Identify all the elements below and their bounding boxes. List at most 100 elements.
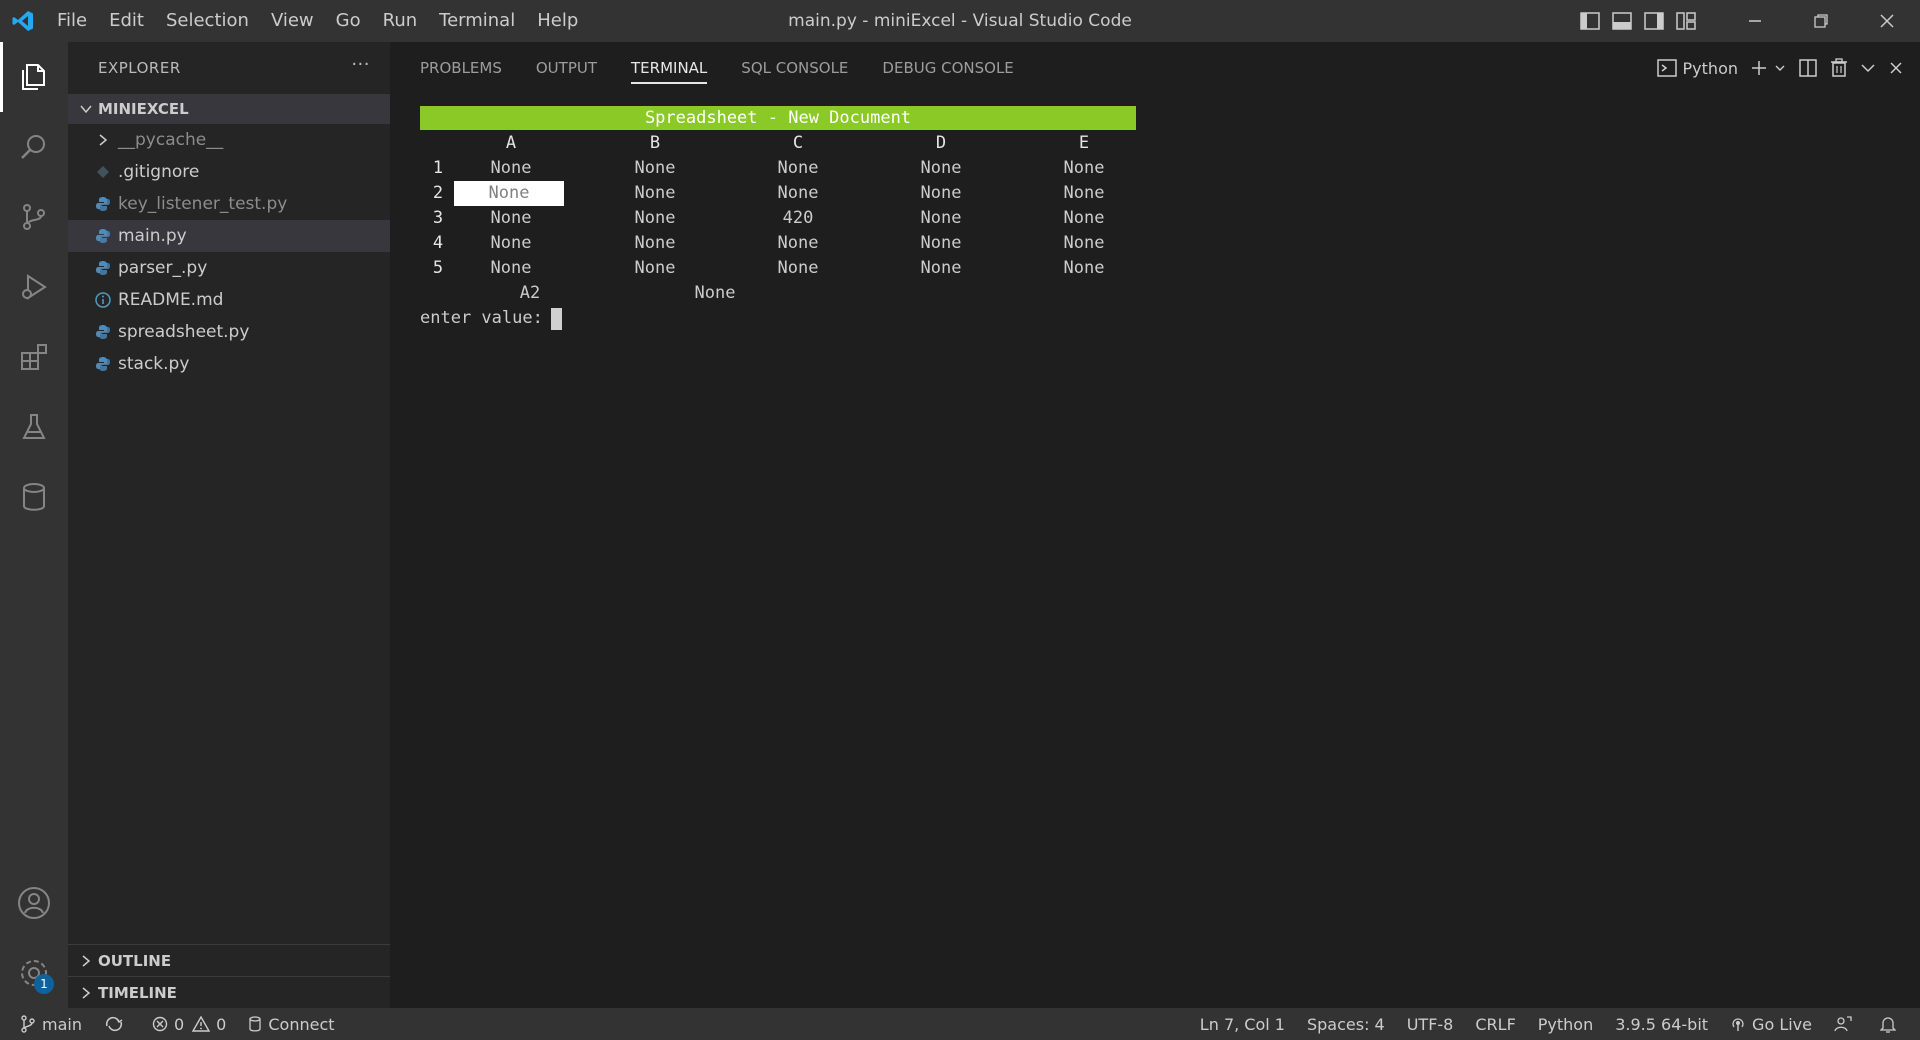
tree-item-spreadsheet[interactable]: spreadsheet.py [68,316,390,348]
column-header: A [505,133,517,153]
split-terminal-icon[interactable] [1792,42,1824,94]
new-terminal-icon[interactable] [1744,42,1774,94]
tree-item-stack[interactable]: stack.py [68,348,390,380]
python-interpreter[interactable]: 3.9.5 64-bit [1615,1008,1708,1040]
text-cursor [550,307,562,330]
menu-run[interactable]: Run [372,0,429,42]
more-actions-icon[interactable]: ··· [351,54,370,75]
tree-item-label: key_listener_test.py [118,194,288,214]
folder-miniexcel[interactable]: MINIEXCEL [68,94,390,124]
language-mode[interactable]: Python [1538,1008,1593,1040]
tree-item-label: main.py [118,226,187,246]
table-row: 2 None None None None None [420,181,1136,206]
menu-go[interactable]: Go [325,0,372,42]
notifications-bell-icon[interactable] [1880,1008,1902,1040]
tree-item-parser[interactable]: parser_.py [68,252,390,284]
run-debug-icon[interactable] [0,252,68,322]
tab-terminal[interactable]: TERMINAL [631,42,708,94]
feedback-icon[interactable] [1834,1008,1858,1040]
extensions-icon[interactable] [0,322,68,392]
table-row: 1 None None None None None [420,156,1136,181]
terminal-profile[interactable]: Python [1651,42,1744,94]
toggle-panel-icon[interactable] [1606,0,1638,42]
tab-problems[interactable]: PROBLEMS [420,42,502,94]
grid-cell: None [490,208,532,228]
source-control-icon[interactable] [0,182,68,252]
trash-icon[interactable] [1824,42,1854,94]
grid-cell: None [920,158,962,178]
tree-item-pycache[interactable]: __pycache__ [68,124,390,156]
terminal-profile-label: Python [1682,58,1738,78]
menu-terminal[interactable]: Terminal [428,0,526,42]
maximize-panel-chevron-icon[interactable] [1854,42,1882,94]
close-window-icon[interactable] [1854,0,1920,42]
branch-status[interactable]: main [20,1008,82,1040]
customize-layout-icon[interactable] [1670,0,1702,42]
error-icon [152,1016,168,1032]
menu-view[interactable]: View [260,0,325,42]
end-of-line[interactable]: CRLF [1475,1008,1515,1040]
go-live-label: Go Live [1752,1014,1812,1034]
restore-icon[interactable] [1788,0,1854,42]
menu-help[interactable]: Help [526,0,589,42]
close-panel-icon[interactable] [1882,42,1910,94]
window-title: main.py - miniExcel - Visual Studio Code [788,11,1132,31]
tab-sql-console[interactable]: SQL CONSOLE [741,42,848,94]
settings-gear-icon[interactable]: 1 [0,938,68,1008]
testing-flask-icon[interactable] [0,392,68,462]
chevron-down-icon[interactable] [1774,42,1792,94]
grid-cell: None [777,183,819,203]
grid-cell: None [777,233,819,253]
tree-item-label: spreadsheet.py [118,322,250,342]
go-live-status[interactable]: Go Live [1730,1008,1812,1040]
column-header: C [792,133,804,153]
tree-item-label: parser_.py [118,258,208,278]
outline-section[interactable]: OUTLINE [68,944,390,976]
timeline-section[interactable]: TIMELINE [68,976,390,1008]
tree-item-gitignore[interactable]: .gitignore [68,156,390,188]
column-header-row: A B C D E [420,131,1136,156]
tab-debug-console[interactable]: DEBUG CONSOLE [882,42,1013,94]
terminal-output[interactable]: Spreadsheet - New Document A B C D E 1 N… [420,106,1136,331]
sync-icon[interactable] [104,1008,130,1040]
indentation[interactable]: Spaces: 4 [1307,1008,1385,1040]
error-count: 0 [173,1014,185,1034]
encoding[interactable]: UTF-8 [1407,1008,1454,1040]
database-icon[interactable] [0,462,68,532]
info-icon [90,290,116,310]
database-small-icon [249,1016,262,1032]
outline-label: OUTLINE [98,951,172,970]
grid-cell: None [1063,208,1105,228]
file-tree: __pycache__ .gitignore key_listener_test… [68,124,390,380]
row-number: 5 [432,258,444,278]
problems-status[interactable]: 0 0 [152,1008,226,1040]
grid-cell: None [920,208,962,228]
search-icon[interactable] [0,112,68,182]
tab-output[interactable]: OUTPUT [536,42,597,94]
grid-cell: None [490,158,532,178]
table-row: 3 None None 420 None None [420,206,1136,231]
grid-cell: None [634,183,676,203]
explorer-icon[interactable] [0,42,68,112]
cursor-position[interactable]: Ln 7, Col 1 [1200,1008,1285,1040]
grid-cell: None [634,233,676,253]
menu-edit[interactable]: Edit [98,0,155,42]
grid-cell: None [634,158,676,178]
selected-grid-cell: None [454,181,564,206]
column-header: D [935,133,947,153]
minimize-icon[interactable] [1722,0,1788,42]
tree-item-readme[interactable]: README.md [68,284,390,316]
tree-item-key-listener-test[interactable]: key_listener_test.py [68,188,390,220]
connect-label: Connect [268,1014,335,1034]
input-prompt[interactable]: enter value: [420,306,1136,331]
grid-cell: 420 [782,208,814,228]
toggle-secondary-sidebar-icon[interactable] [1638,0,1670,42]
tree-item-main[interactable]: main.py [68,220,390,252]
menu-selection[interactable]: Selection [155,0,260,42]
toggle-primary-sidebar-icon[interactable] [1574,0,1606,42]
sheet-title: Spreadsheet - New Document [420,106,1136,130]
accounts-icon[interactable] [0,868,68,938]
menu-file[interactable]: File [46,0,98,42]
grid-cell: None [490,258,532,278]
connect-status[interactable]: Connect [248,1008,335,1040]
